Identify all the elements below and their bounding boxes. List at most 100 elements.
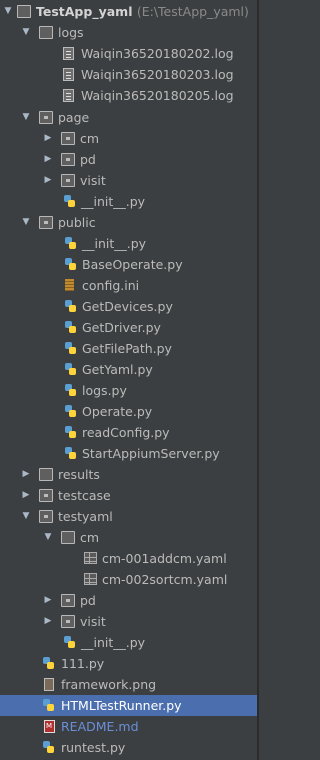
tree-item-file[interactable]: Waiqin36520180202.log	[0, 43, 257, 64]
package-folder-icon	[39, 216, 53, 229]
tree-item-file[interactable]: __init__.py	[0, 191, 257, 212]
tree-item-file[interactable]: framework.png	[0, 674, 257, 695]
package-folder-icon	[61, 174, 75, 187]
python-file-icon	[64, 384, 76, 396]
tree-item-label: 111.py	[61, 656, 105, 671]
package-folder-icon	[39, 510, 53, 523]
tree-item-label: results	[58, 467, 100, 482]
tree-item-pd[interactable]: ▶ pd	[0, 590, 257, 611]
expanded-arrow-icon[interactable]: ▼	[42, 527, 54, 548]
tree-item-file[interactable]: Waiqin36520180205.log	[0, 85, 257, 106]
expanded-arrow-icon[interactable]: ▼	[20, 212, 32, 233]
tree-item-visit[interactable]: ▶ visit	[0, 611, 257, 632]
tree-item-label: cm-002sortcm.yaml	[102, 572, 228, 587]
tree-item-file[interactable]: cm-001addcm.yaml	[0, 548, 257, 569]
package-folder-icon	[61, 594, 75, 607]
tree-item-label: testyaml	[58, 509, 113, 524]
collapsed-arrow-icon[interactable]: ▶	[42, 149, 54, 170]
package-folder-icon	[39, 111, 53, 124]
tree-item-file[interactable]: Operate.py	[0, 401, 257, 422]
tree-item-label: config.ini	[82, 278, 140, 293]
python-file-icon	[64, 237, 76, 249]
python-file-icon	[64, 321, 76, 333]
tree-item-file[interactable]: readConfig.py	[0, 422, 257, 443]
tree-item-file-selected[interactable]: HTMLTestRunner.py	[0, 695, 257, 716]
tree-item-file[interactable]: 111.py	[0, 653, 257, 674]
tree-item-file[interactable]: config.ini	[0, 275, 257, 296]
expanded-arrow-icon[interactable]: ▼	[2, 1, 14, 22]
tree-item-file[interactable]: README.md	[0, 716, 257, 737]
tree-item-logs[interactable]: ▼ logs	[0, 22, 257, 43]
package-folder-icon	[61, 153, 75, 166]
tree-item-label: __init__.py	[82, 236, 147, 251]
tree-item-cm[interactable]: ▶ cm	[0, 128, 257, 149]
folder-icon	[39, 26, 53, 39]
tree-item-file[interactable]: __init__.py	[0, 233, 257, 254]
tree-item-label: GetDevices.py	[82, 299, 173, 314]
collapsed-arrow-icon[interactable]: ▶	[42, 590, 54, 611]
python-file-icon	[64, 342, 76, 354]
tree-item-file[interactable]: GetDevices.py	[0, 296, 257, 317]
folder-icon	[61, 531, 75, 544]
config-file-icon	[65, 279, 74, 291]
tree-item-cm[interactable]: ▼ cm	[0, 527, 257, 548]
tree-item-results[interactable]: ▶ results	[0, 464, 257, 485]
package-folder-icon	[39, 489, 53, 502]
expanded-arrow-icon[interactable]: ▼	[20, 22, 32, 43]
tree-item-label: BaseOperate.py	[82, 257, 183, 272]
collapsed-arrow-icon[interactable]: ▶	[42, 611, 54, 632]
markdown-file-icon	[44, 720, 55, 733]
tree-item-label: README.md	[61, 719, 139, 734]
tree-item-label: HTMLTestRunner.py	[61, 698, 182, 713]
tree-item-testcase[interactable]: ▶ testcase	[0, 485, 257, 506]
collapsed-arrow-icon[interactable]: ▶	[20, 485, 32, 506]
image-file-icon	[44, 678, 54, 691]
tree-item-file[interactable]: GetYaml.py	[0, 359, 257, 380]
tree-item-label: readConfig.py	[82, 425, 170, 440]
python-file-icon	[42, 699, 54, 711]
expanded-arrow-icon[interactable]: ▼	[20, 506, 32, 527]
python-file-icon	[64, 258, 76, 270]
tree-item-label: GetYaml.py	[82, 362, 153, 377]
project-name: TestApp_yaml (E:\TestApp_yaml)	[36, 4, 249, 19]
tree-item-label: pd	[80, 593, 96, 608]
tree-item-page[interactable]: ▼ page	[0, 107, 257, 128]
tree-item-label: public	[58, 215, 96, 230]
tree-item-file[interactable]: cm-002sortcm.yaml	[0, 569, 257, 590]
tree-item-label: GetDriver.py	[82, 320, 161, 335]
tree-item-public[interactable]: ▼ public	[0, 212, 257, 233]
tree-item-label: testcase	[58, 488, 111, 503]
collapsed-arrow-icon[interactable]: ▶	[20, 464, 32, 485]
tree-item-label: cm	[80, 530, 100, 545]
package-folder-icon	[61, 615, 75, 628]
tree-item-pd[interactable]: ▶ pd	[0, 149, 257, 170]
yaml-file-icon	[84, 552, 97, 564]
folder-icon	[39, 468, 53, 481]
python-file-icon	[64, 363, 76, 375]
tree-item-file[interactable]: BaseOperate.py	[0, 254, 257, 275]
tree-item-file[interactable]: logs.py	[0, 380, 257, 401]
project-tree: ▼ TestApp_yaml (E:\TestApp_yaml) ▼ logs …	[0, 0, 259, 760]
tree-item-label: Waiqin36520180205.log	[81, 88, 234, 103]
tree-item-file[interactable]: GetDriver.py	[0, 317, 257, 338]
tree-item-file[interactable]: runtest.py	[0, 737, 257, 758]
tree-item-label: logs	[58, 25, 84, 40]
tree-item-testyaml[interactable]: ▼ testyaml	[0, 506, 257, 527]
tree-item-label: logs.py	[82, 383, 127, 398]
python-file-icon	[64, 447, 76, 459]
collapsed-arrow-icon[interactable]: ▶	[42, 170, 54, 191]
tree-item-file[interactable]: StartAppiumServer.py	[0, 443, 257, 464]
tree-item-label: Operate.py	[82, 404, 153, 419]
tree-item-label: cm-001addcm.yaml	[102, 551, 227, 566]
tree-item-label: GetFilePath.py	[82, 341, 172, 356]
tree-item-project-root[interactable]: ▼ TestApp_yaml (E:\TestApp_yaml)	[0, 1, 257, 22]
python-file-icon	[42, 741, 54, 753]
tree-item-file[interactable]: GetFilePath.py	[0, 338, 257, 359]
tree-item-file[interactable]: Waiqin36520180203.log	[0, 64, 257, 85]
expanded-arrow-icon[interactable]: ▼	[20, 107, 32, 128]
tree-item-label: __init__.py	[81, 635, 146, 650]
tree-item-visit[interactable]: ▶ visit	[0, 170, 257, 191]
tree-item-label: pd	[80, 152, 96, 167]
tree-item-file[interactable]: __init__.py	[0, 632, 257, 653]
collapsed-arrow-icon[interactable]: ▶	[42, 128, 54, 149]
